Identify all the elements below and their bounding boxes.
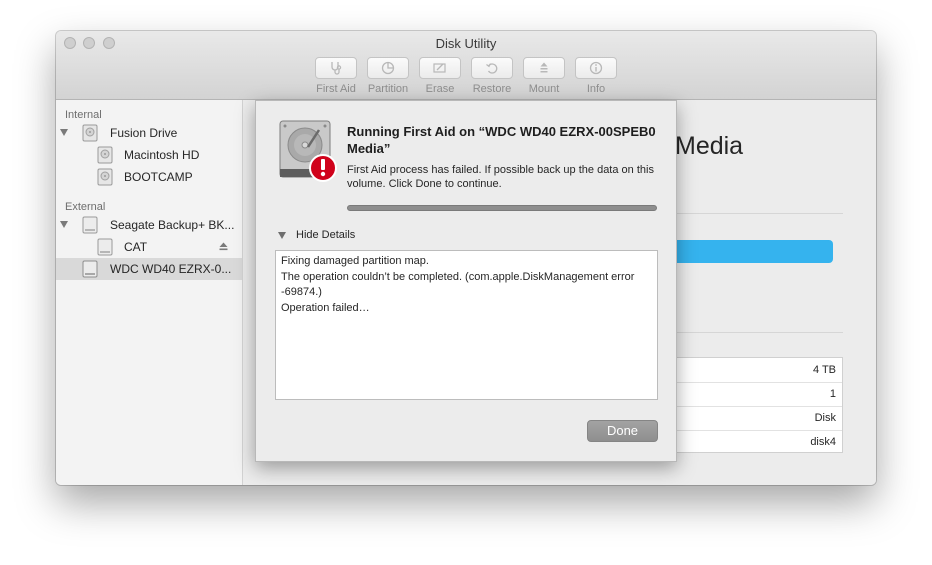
info-row: 4 TB	[673, 358, 842, 383]
sidebar-item-label: BOOTCAMP	[124, 170, 193, 184]
disclosure-triangle-icon[interactable]	[60, 129, 68, 136]
sidebar: Internal Fusion Drive Macintosh HD BOOTC…	[56, 100, 243, 485]
restore-button[interactable]	[471, 57, 513, 79]
info-value: disk4	[810, 436, 836, 448]
sidebar-item-cat[interactable]: CAT	[56, 236, 242, 258]
toolbar-first-aid[interactable]: First Aid	[314, 57, 358, 95]
disclosure-triangle-icon[interactable]	[278, 232, 286, 239]
first-aid-sheet: Running First Aid on “WDC WD40 EZRX-00SP…	[255, 100, 677, 462]
log-line: The operation couldn’t be completed. (co…	[281, 271, 635, 298]
toolbar-restore[interactable]: Restore	[470, 57, 514, 95]
mount-icon	[540, 62, 548, 73]
info-value: 1	[829, 388, 836, 400]
mount-button[interactable]	[523, 57, 565, 79]
details-log[interactable]: Fixing damaged partition map. The operat…	[275, 250, 658, 400]
sidebar-item-label: Macintosh HD	[124, 148, 200, 162]
hide-details-label: Hide Details	[296, 229, 356, 241]
external-disk-icon	[82, 216, 98, 234]
sidebar-item-fusion-drive[interactable]: Fusion Drive	[56, 122, 242, 144]
hard-drive-alert-icon	[279, 120, 337, 182]
sidebar-item-wdc-wd40[interactable]: WDC WD40 EZRX-0...	[56, 258, 242, 280]
sidebar-item-label: Fusion Drive	[110, 126, 178, 140]
toolbar-info[interactable]: Info	[574, 57, 618, 95]
progress-bar	[347, 205, 657, 211]
info-label: Info	[586, 83, 606, 95]
info-row: disk4	[673, 430, 842, 454]
stethoscope-icon	[331, 62, 342, 75]
eject-icon[interactable]	[219, 242, 228, 251]
dialog-title: Running First Aid on “WDC WD40 EZRX-00SP…	[347, 124, 656, 156]
sidebar-item-label: CAT	[124, 240, 148, 254]
info-button[interactable]	[575, 57, 617, 79]
toolbar-partition[interactable]: Partition	[366, 57, 410, 95]
pie-icon	[381, 61, 395, 75]
volume-icon	[97, 146, 113, 164]
info-row: Disk	[673, 406, 842, 431]
sidebar-item-label: WDC WD40 EZRX-0...	[110, 262, 232, 276]
dialog-message: First Aid process has failed. If possibl…	[347, 164, 654, 190]
eraser-icon	[433, 63, 446, 73]
info-value: Disk	[814, 412, 836, 424]
divider	[673, 213, 843, 214]
internal-disk-icon	[82, 124, 98, 142]
info-table: 4 TB 1 Disk disk4	[673, 357, 843, 453]
toolbar-mount[interactable]: Mount	[522, 57, 566, 95]
external-disk-icon	[82, 260, 98, 278]
info-row: 1	[673, 382, 842, 407]
sidebar-item-macintosh-hd[interactable]: Macintosh HD	[56, 144, 242, 166]
partition-button[interactable]	[367, 57, 409, 79]
disclosure-triangle-icon[interactable]	[60, 221, 68, 228]
info-icon	[589, 61, 603, 75]
section-label-internal: Internal	[65, 109, 102, 121]
sidebar-item-label: Seagate Backup+ BK...	[110, 218, 235, 232]
first-aid-button[interactable]	[315, 57, 357, 79]
info-value: 4 TB	[812, 364, 836, 376]
erase-button[interactable]	[419, 57, 461, 79]
divider	[673, 332, 843, 333]
toolbar-erase[interactable]: Erase	[418, 57, 462, 95]
usage-bar	[673, 240, 833, 263]
volume-icon	[97, 168, 113, 186]
log-line: Operation failed…	[281, 302, 370, 314]
external-volume-icon	[97, 238, 113, 256]
section-label-external: External	[65, 201, 106, 213]
log-line: Fixing damaged partition map.	[281, 255, 429, 267]
done-button[interactable]: Done	[587, 420, 658, 442]
restore-icon	[486, 63, 498, 74]
window-title: Disk Utility	[435, 36, 497, 51]
sidebar-item-bootcamp[interactable]: BOOTCAMP	[56, 166, 242, 188]
sidebar-item-seagate-backup[interactable]: Seagate Backup+ BK...	[56, 214, 242, 236]
title-bar: Disk Utility First Aid Partition Erase R…	[56, 31, 876, 100]
disk-title: Media	[675, 132, 744, 160]
